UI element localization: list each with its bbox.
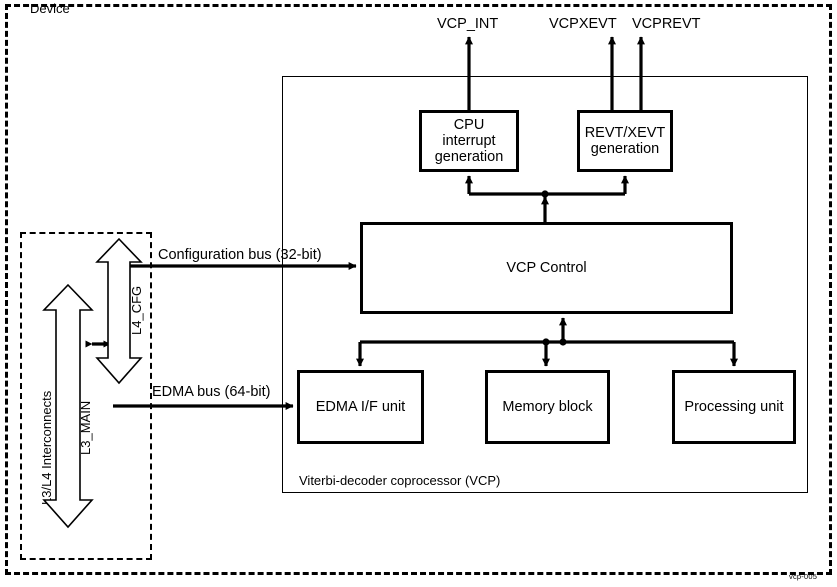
bus-text-edma-bus: EDMA bus (64-bit) bbox=[152, 384, 271, 400]
block-edma-if-unit: EDMA I/F unit bbox=[297, 370, 424, 444]
bus-label-l3-main: L3_MAIN bbox=[78, 400, 93, 455]
block-label-vcp-control: VCP Control bbox=[506, 259, 587, 276]
interconnect-label: L3/L4 Interconnects bbox=[39, 390, 54, 505]
block-label-memory-block: Memory block bbox=[502, 398, 593, 415]
vcp-caption: Viterbi-decoder coprocessor (VCP) bbox=[299, 473, 501, 488]
signal-label-vcpxevt: VCPXEVT bbox=[549, 16, 617, 32]
signal-label-vcprevt: VCPREVT bbox=[632, 16, 701, 32]
bus-label-l4-cfg: L4_CFG bbox=[129, 285, 144, 335]
block-processing-unit: Processing unit bbox=[672, 370, 796, 444]
block-label-processing-unit: Processing unit bbox=[684, 398, 784, 415]
block-cpu-interrupt-generation: CPU interrupt generation bbox=[419, 110, 519, 172]
block-label-cpu-interrupt-generation: CPU interrupt generation bbox=[434, 116, 504, 166]
device-label: Device bbox=[30, 1, 70, 16]
vcp-block-diagram: Device Viterbi-decoder coprocessor (VCP)… bbox=[0, 0, 837, 587]
block-revt-xevt-generation: REVT/XEVT generation bbox=[577, 110, 673, 172]
bus-text-configuration-bus: Configuration bus (32-bit) bbox=[158, 247, 322, 263]
figure-id-watermark: vcp-005 bbox=[789, 572, 818, 581]
block-label-edma-if-unit: EDMA I/F unit bbox=[315, 398, 406, 415]
block-memory-block: Memory block bbox=[485, 370, 610, 444]
block-vcp-control: VCP Control bbox=[360, 222, 733, 314]
signal-label-vcp-int: VCP_INT bbox=[437, 16, 499, 32]
block-label-revt-xevt-generation: REVT/XEVT generation bbox=[584, 124, 666, 157]
